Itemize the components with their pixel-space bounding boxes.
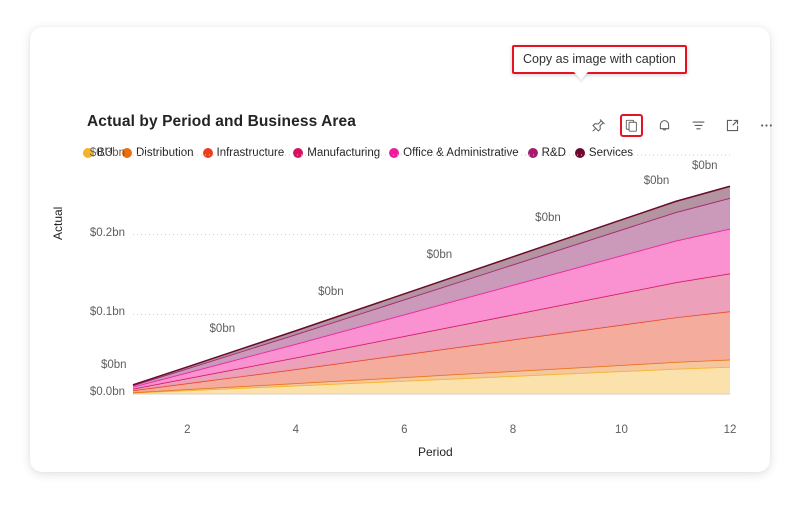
tooltip-copy-as-image: Copy as image with caption [512, 45, 687, 80]
screenshot-root: Actual by Period and Business Area BU Dis… [0, 0, 801, 511]
stacked-area-chart [132, 154, 731, 395]
tooltip-text: Copy as image with caption [523, 52, 676, 66]
report-visual-card: Actual by Period and Business Area BU Dis… [30, 27, 772, 472]
tooltip-arrow [574, 72, 588, 80]
